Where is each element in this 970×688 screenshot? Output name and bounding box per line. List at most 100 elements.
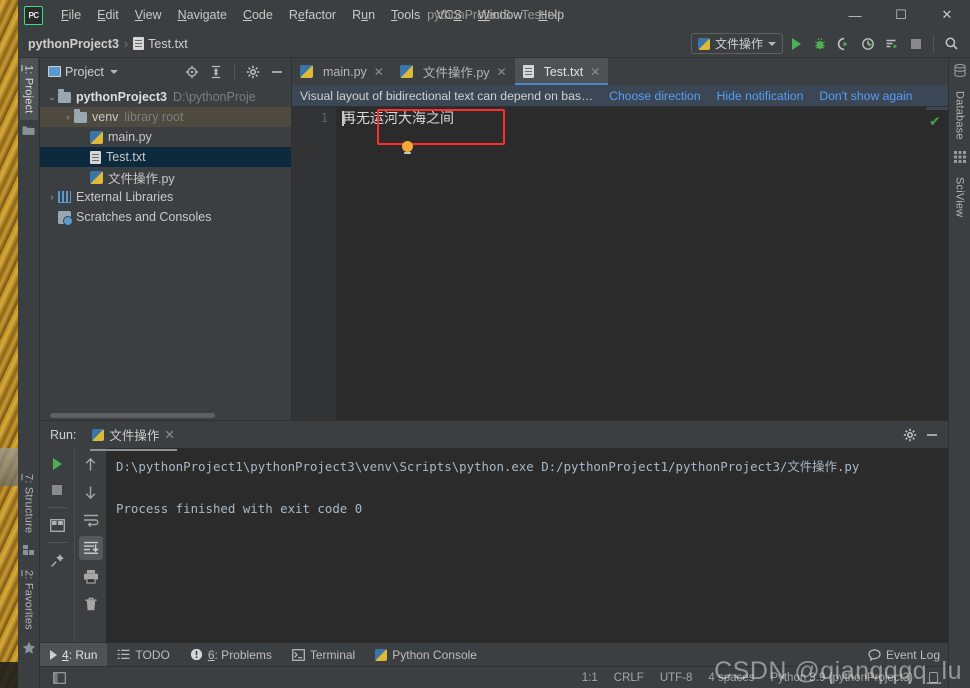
chevron-down-icon[interactable] — [110, 70, 118, 74]
next-occurrence-button[interactable] — [79, 480, 103, 504]
tree-item-external-libraries[interactable]: › External Libraries — [40, 187, 291, 207]
lock-icon[interactable] — [929, 672, 938, 683]
run-button[interactable] — [785, 33, 807, 55]
project-horizontal-scrollbar[interactable] — [40, 411, 291, 420]
pin-tab-button[interactable] — [45, 548, 69, 572]
tree-item-main-py[interactable]: main.py — [40, 127, 291, 147]
breadcrumb-project[interactable]: pythonProject3 — [28, 37, 119, 51]
inspection-ok-icon[interactable]: ✔ — [929, 113, 941, 130]
bottom-tab-terminal[interactable]: Terminal — [282, 643, 365, 666]
toolbar-divider — [933, 36, 934, 52]
chevron-down-icon[interactable]: ⌄ — [46, 92, 58, 103]
chevron-right-icon[interactable]: › — [62, 112, 74, 122]
project-settings-button[interactable] — [243, 62, 263, 82]
locate-file-button[interactable] — [182, 62, 202, 82]
run-console-output[interactable]: D:\pythonProject1\pythonProject3\venv\Sc… — [106, 448, 948, 642]
menu-navigate[interactable]: Navigate — [170, 5, 235, 25]
run-configuration-name: 文件操作 — [715, 35, 763, 52]
run-secondary-toolbar — [74, 448, 106, 642]
tree-item-scratches-and-consoles[interactable]: Scratches and Consoles — [40, 207, 291, 227]
menu-view[interactable]: View — [127, 5, 170, 25]
stop-process-button[interactable] — [45, 478, 69, 502]
sidebar-item-project[interactable]: 1: Project — [20, 58, 38, 120]
coverage-icon — [837, 37, 851, 51]
intention-bulb-icon[interactable] — [402, 141, 413, 152]
debug-button[interactable] — [809, 33, 831, 55]
run-window-header: Run: 文件操作 ✕ — [40, 421, 948, 448]
event-log-button[interactable]: Event Log — [868, 648, 940, 662]
toggle-tool-windows-button[interactable] — [50, 668, 68, 688]
previous-occurrence-button[interactable] — [79, 452, 103, 476]
trash-icon — [84, 597, 98, 612]
menu-edit[interactable]: Edit — [89, 5, 127, 25]
breadcrumb-file[interactable]: Test.txt — [148, 37, 188, 51]
minimize-button[interactable]: — — [832, 0, 878, 30]
project-view-icon — [48, 66, 61, 77]
tree-item-pythonproject3[interactable]: ⌄ pythonProject3 D:\pythonProje — [40, 87, 291, 107]
menu-window[interactable]: Window — [470, 5, 530, 25]
menu-code[interactable]: Code — [235, 5, 281, 25]
line-number-gutter: 1 — [292, 107, 336, 420]
close-icon[interactable]: ✕ — [497, 65, 507, 79]
scroll-to-end-button[interactable] — [79, 536, 103, 560]
tree-item-detail: library root — [124, 110, 183, 124]
menu-file[interactable]: File — [53, 5, 89, 25]
tab-main-py[interactable]: main.py ✕ — [292, 58, 392, 85]
close-icon[interactable]: ✕ — [590, 65, 600, 79]
sidebar-item-sciview[interactable]: SciView — [951, 170, 969, 224]
bottom-tab-python-console[interactable]: Python Console — [365, 643, 487, 666]
sidebar-item-favorites[interactable]: 2: Favorites — [20, 563, 38, 637]
bottom-tab-problems[interactable]: 6: Problems — [180, 643, 282, 666]
project-tree[interactable]: ⌄ pythonProject3 D:\pythonProje › venv l… — [40, 85, 291, 411]
tab-test-txt[interactable]: Test.txt ✕ — [515, 58, 609, 85]
hide-notification-link[interactable]: Hide notification — [717, 89, 804, 103]
editor-text-line[interactable]: 再无运河大海之间 — [342, 110, 454, 129]
dont-show-again-link[interactable]: Don't show again — [819, 89, 912, 103]
run-tab-file-ops[interactable]: 文件操作 ✕ — [88, 422, 179, 447]
close-icon[interactable]: ✕ — [164, 427, 174, 442]
bottom-tab-run[interactable]: 4: Run — [40, 643, 107, 666]
restore-layout-button[interactable] — [45, 513, 69, 537]
clear-all-button[interactable] — [79, 592, 103, 616]
menu-help[interactable]: Help — [530, 5, 572, 25]
profile-button[interactable] — [857, 33, 879, 55]
bottom-tab-label: 4: Run — [62, 648, 97, 662]
editor-marker-bar[interactable]: ✔ — [926, 107, 948, 420]
bottom-tab-todo[interactable]: TODO — [107, 643, 179, 666]
menu-run[interactable]: Run — [344, 5, 383, 25]
sidebar-item-structure[interactable]: 7: Structure — [20, 467, 38, 540]
sidebar-item-database[interactable]: Database — [951, 84, 969, 147]
menu-tools[interactable]: Tools — [383, 5, 428, 25]
line-separator[interactable]: CRLF — [614, 672, 644, 684]
indent-setting[interactable]: 4 spaces — [708, 672, 754, 684]
chevron-right-icon[interactable]: › — [46, 192, 58, 202]
soft-wrap-button[interactable] — [79, 508, 103, 532]
tree-item-test-txt[interactable]: Test.txt — [40, 147, 291, 167]
run-with-coverage-button[interactable] — [833, 33, 855, 55]
run-settings-button[interactable] — [900, 425, 920, 445]
code-area[interactable]: 再无运河大海之间 — [336, 107, 926, 420]
tree-item-venv[interactable]: › venv library root — [40, 107, 291, 127]
collapse-all-button[interactable] — [206, 62, 226, 82]
python-interpreter[interactable]: Python 3.9 (pythonProject3) — [770, 672, 913, 684]
maximize-button[interactable]: ☐ — [878, 0, 924, 30]
close-button[interactable]: ✕ — [924, 0, 970, 30]
hide-run-window-button[interactable] — [922, 425, 942, 445]
close-icon[interactable]: ✕ — [374, 65, 384, 79]
search-everywhere-button[interactable] — [940, 33, 962, 55]
menu-vcs[interactable]: VCS — [428, 5, 470, 25]
stop-button[interactable] — [905, 33, 927, 55]
chevron-down-icon — [768, 42, 776, 46]
file-encoding[interactable]: UTF-8 — [660, 672, 693, 684]
tab-file-ops-py[interactable]: 文件操作.py ✕ — [392, 58, 515, 85]
more-run-options-button[interactable] — [881, 33, 903, 55]
hide-icon — [925, 428, 939, 442]
hide-panel-button[interactable] — [267, 62, 287, 82]
rerun-button[interactable] — [45, 452, 69, 476]
print-button[interactable] — [79, 564, 103, 588]
tree-item-file-ops-py[interactable]: 文件操作.py — [40, 167, 291, 187]
caret-position[interactable]: 1:1 — [582, 672, 598, 684]
choose-direction-link[interactable]: Choose direction — [609, 89, 700, 103]
menu-refactor[interactable]: Refactor — [281, 5, 344, 25]
run-configuration-selector[interactable]: 文件操作 — [691, 33, 783, 54]
